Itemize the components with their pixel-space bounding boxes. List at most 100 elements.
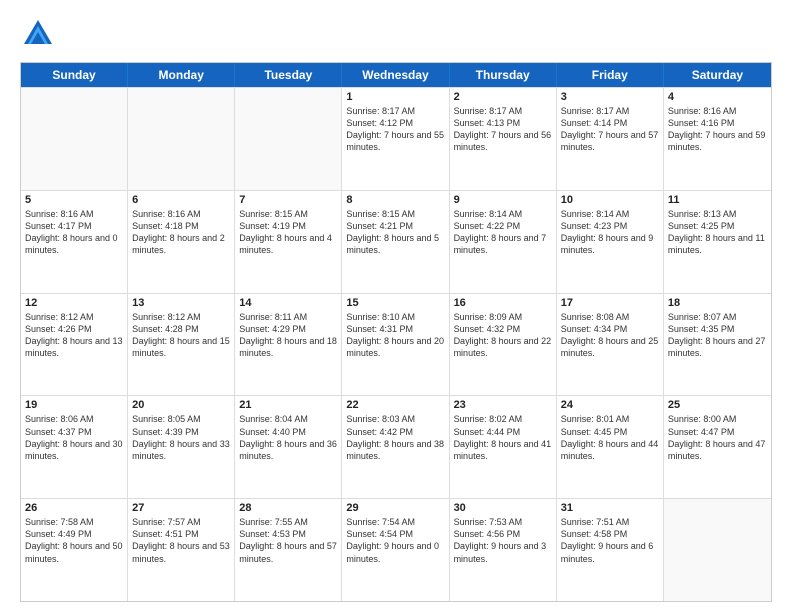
day-number: 6 [132, 194, 230, 206]
day-number: 21 [239, 399, 337, 411]
day-info: Sunrise: 8:00 AM Sunset: 4:47 PM Dayligh… [668, 413, 767, 462]
day-info: Sunrise: 8:07 AM Sunset: 4:35 PM Dayligh… [668, 311, 767, 360]
calendar-cell [235, 88, 342, 190]
calendar-cell: 16 Sunrise: 8:09 AM Sunset: 4:32 PM Dayli… [450, 294, 557, 396]
day-number: 20 [132, 399, 230, 411]
calendar: SundayMondayTuesdayWednesdayThursdayFrid… [20, 62, 772, 602]
day-info: Sunrise: 7:54 AM Sunset: 4:54 PM Dayligh… [346, 516, 444, 565]
day-number: 28 [239, 502, 337, 514]
day-number: 10 [561, 194, 659, 206]
calendar-cell: 19 Sunrise: 8:06 AM Sunset: 4:37 PM Dayli… [21, 396, 128, 498]
day-number: 11 [668, 194, 767, 206]
header-day-monday: Monday [128, 63, 235, 87]
calendar-row-3: 12 Sunrise: 8:12 AM Sunset: 4:26 PM Dayli… [21, 293, 771, 396]
calendar-cell: 24 Sunrise: 8:01 AM Sunset: 4:45 PM Dayli… [557, 396, 664, 498]
day-number: 23 [454, 399, 552, 411]
day-number: 13 [132, 297, 230, 309]
calendar-cell: 14 Sunrise: 8:11 AM Sunset: 4:29 PM Dayli… [235, 294, 342, 396]
calendar-row-4: 19 Sunrise: 8:06 AM Sunset: 4:37 PM Dayli… [21, 395, 771, 498]
calendar-cell: 22 Sunrise: 8:03 AM Sunset: 4:42 PM Dayli… [342, 396, 449, 498]
calendar-body: 1Sunrise: 8:17 AM Sunset: 4:12 PM Daylig… [21, 87, 771, 601]
calendar-cell: 3 Sunrise: 8:17 AM Sunset: 4:14 PM Daylig… [557, 88, 664, 190]
calendar-cell: 31 Sunrise: 7:51 AM Sunset: 4:58 PM Dayli… [557, 499, 664, 601]
day-number: 22 [346, 399, 444, 411]
calendar-cell: 30 Sunrise: 7:53 AM Sunset: 4:56 PM Dayli… [450, 499, 557, 601]
day-info: Sunrise: 8:14 AM Sunset: 4:22 PM Dayligh… [454, 208, 552, 257]
day-info: Sunrise: 7:58 AM Sunset: 4:49 PM Dayligh… [25, 516, 123, 565]
day-info: Sunrise: 8:17 AM Sunset: 4:12 PM Dayligh… [346, 105, 444, 154]
calendar-cell [128, 88, 235, 190]
day-info: Sunrise: 8:13 AM Sunset: 4:25 PM Dayligh… [668, 208, 767, 257]
header-day-tuesday: Tuesday [235, 63, 342, 87]
calendar-cell [21, 88, 128, 190]
day-number: 5 [25, 194, 123, 206]
day-info: Sunrise: 8:17 AM Sunset: 4:14 PM Dayligh… [561, 105, 659, 154]
calendar-cell: 8 Sunrise: 8:15 AM Sunset: 4:21 PM Daylig… [342, 191, 449, 293]
day-number: 2 [454, 91, 552, 103]
day-number: 3 [561, 91, 659, 103]
day-info: Sunrise: 8:11 AM Sunset: 4:29 PM Dayligh… [239, 311, 337, 360]
day-number: 26 [25, 502, 123, 514]
calendar-cell: 12 Sunrise: 8:12 AM Sunset: 4:26 PM Dayli… [21, 294, 128, 396]
day-info: Sunrise: 8:01 AM Sunset: 4:45 PM Dayligh… [561, 413, 659, 462]
day-info: Sunrise: 8:06 AM Sunset: 4:37 PM Dayligh… [25, 413, 123, 462]
calendar-cell: 2 Sunrise: 8:17 AM Sunset: 4:13 PM Daylig… [450, 88, 557, 190]
calendar-cell: 29 Sunrise: 7:54 AM Sunset: 4:54 PM Dayli… [342, 499, 449, 601]
day-number: 7 [239, 194, 337, 206]
day-info: Sunrise: 8:17 AM Sunset: 4:13 PM Dayligh… [454, 105, 552, 154]
day-number: 16 [454, 297, 552, 309]
day-number: 18 [668, 297, 767, 309]
day-number: 27 [132, 502, 230, 514]
calendar-cell: 17Sunrise: 8:08 AM Sunset: 4:34 PM Dayli… [557, 294, 664, 396]
day-info: Sunrise: 8:15 AM Sunset: 4:19 PM Dayligh… [239, 208, 337, 257]
day-info: Sunrise: 8:12 AM Sunset: 4:26 PM Dayligh… [25, 311, 123, 360]
day-info: Sunrise: 8:14 AM Sunset: 4:23 PM Dayligh… [561, 208, 659, 257]
calendar-cell: 28 Sunrise: 7:55 AM Sunset: 4:53 PM Dayli… [235, 499, 342, 601]
day-number: 25 [668, 399, 767, 411]
day-info: Sunrise: 7:57 AM Sunset: 4:51 PM Dayligh… [132, 516, 230, 565]
day-info: Sunrise: 8:16 AM Sunset: 4:16 PM Dayligh… [668, 105, 767, 154]
day-info: Sunrise: 7:53 AM Sunset: 4:56 PM Dayligh… [454, 516, 552, 565]
day-info: Sunrise: 8:05 AM Sunset: 4:39 PM Dayligh… [132, 413, 230, 462]
calendar-cell: 7 Sunrise: 8:15 AM Sunset: 4:19 PM Daylig… [235, 191, 342, 293]
day-number: 4 [668, 91, 767, 103]
day-info: Sunrise: 8:10 AM Sunset: 4:31 PM Dayligh… [346, 311, 444, 360]
calendar-header: SundayMondayTuesdayWednesdayThursdayFrid… [21, 63, 771, 87]
day-number: 31 [561, 502, 659, 514]
header-day-saturday: Saturday [664, 63, 771, 87]
calendar-cell: 6Sunrise: 8:16 AM Sunset: 4:18 PM Daylig… [128, 191, 235, 293]
logo [20, 16, 60, 52]
day-info: Sunrise: 8:02 AM Sunset: 4:44 PM Dayligh… [454, 413, 552, 462]
day-number: 14 [239, 297, 337, 309]
calendar-cell: 1Sunrise: 8:17 AM Sunset: 4:12 PM Daylig… [342, 88, 449, 190]
header-day-thursday: Thursday [450, 63, 557, 87]
day-info: Sunrise: 7:51 AM Sunset: 4:58 PM Dayligh… [561, 516, 659, 565]
day-info: Sunrise: 8:16 AM Sunset: 4:17 PM Dayligh… [25, 208, 123, 257]
calendar-cell [664, 499, 771, 601]
day-number: 9 [454, 194, 552, 206]
calendar-cell: 20 Sunrise: 8:05 AM Sunset: 4:39 PM Dayli… [128, 396, 235, 498]
day-info: Sunrise: 7:55 AM Sunset: 4:53 PM Dayligh… [239, 516, 337, 565]
day-info: Sunrise: 8:08 AM Sunset: 4:34 PM Dayligh… [561, 311, 659, 360]
page-header [20, 16, 772, 52]
calendar-row-5: 26 Sunrise: 7:58 AM Sunset: 4:49 PM Dayli… [21, 498, 771, 601]
day-info: Sunrise: 8:03 AM Sunset: 4:42 PM Dayligh… [346, 413, 444, 462]
header-day-wednesday: Wednesday [342, 63, 449, 87]
day-number: 19 [25, 399, 123, 411]
day-number: 24 [561, 399, 659, 411]
day-number: 29 [346, 502, 444, 514]
day-info: Sunrise: 8:09 AM Sunset: 4:32 PM Dayligh… [454, 311, 552, 360]
day-info: Sunrise: 8:15 AM Sunset: 4:21 PM Dayligh… [346, 208, 444, 257]
calendar-cell: 23 Sunrise: 8:02 AM Sunset: 4:44 PM Dayli… [450, 396, 557, 498]
calendar-row-1: 1Sunrise: 8:17 AM Sunset: 4:12 PM Daylig… [21, 87, 771, 190]
day-info: Sunrise: 8:12 AM Sunset: 4:28 PM Dayligh… [132, 311, 230, 360]
calendar-cell: 15 Sunrise: 8:10 AM Sunset: 4:31 PM Dayli… [342, 294, 449, 396]
header-day-friday: Friday [557, 63, 664, 87]
day-number: 12 [25, 297, 123, 309]
calendar-cell: 10 Sunrise: 8:14 AM Sunset: 4:23 PM Dayli… [557, 191, 664, 293]
calendar-cell: 25 Sunrise: 8:00 AM Sunset: 4:47 PM Dayli… [664, 396, 771, 498]
day-number: 8 [346, 194, 444, 206]
calendar-cell: 13 Sunrise: 8:12 AM Sunset: 4:28 PM Dayli… [128, 294, 235, 396]
day-number: 30 [454, 502, 552, 514]
day-number: 15 [346, 297, 444, 309]
